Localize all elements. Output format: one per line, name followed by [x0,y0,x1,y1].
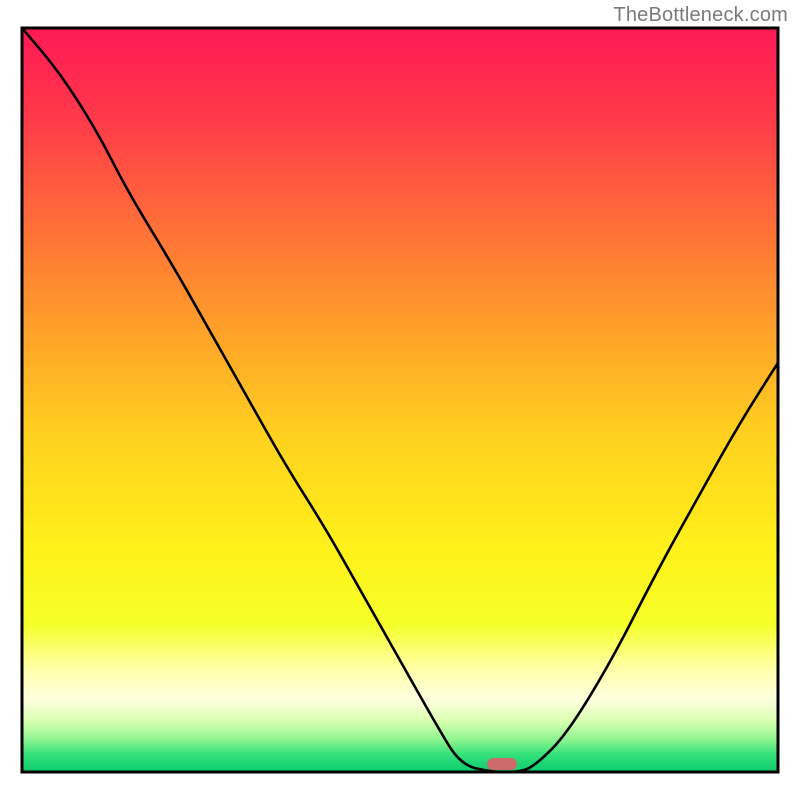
optimum-marker [487,758,517,770]
chart-container: TheBottleneck.com [0,0,800,800]
gradient-background [22,28,778,775]
watermark-text: TheBottleneck.com [613,4,788,27]
chart-svg [0,0,800,800]
